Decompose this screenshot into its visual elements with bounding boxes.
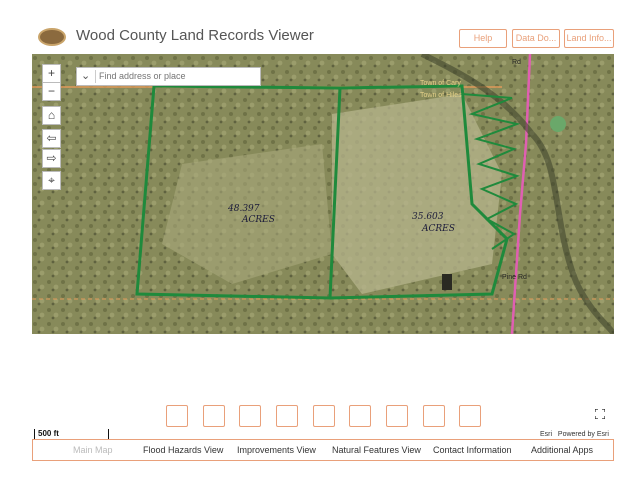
fullscreen-icon[interactable] <box>595 409 605 419</box>
powered-by-label: Powered by Esri <box>557 431 609 438</box>
map-view[interactable]: + − ⌂ ⇦ ⇨ ⌖ ⌄ Town of Cary Town of Hiles… <box>32 54 614 334</box>
town-label: Town of Cary <box>420 80 461 87</box>
tool-button[interactable] <box>386 405 408 427</box>
road-label: Rd <box>512 59 521 66</box>
acreage-label: 48.397 <box>228 204 260 214</box>
road-label: Pine Rd <box>502 274 527 281</box>
tool-button[interactable] <box>459 405 481 427</box>
county-logo <box>38 28 66 46</box>
search-input[interactable] <box>99 68 254 83</box>
nav-improvements[interactable]: Improvements View <box>237 445 316 455</box>
zoom-out-button[interactable]: − <box>42 82 61 101</box>
nav-additional-apps[interactable]: Additional Apps <box>531 445 593 455</box>
tool-button[interactable] <box>203 405 225 427</box>
attribution: Esri Powered by Esri <box>540 431 609 438</box>
tool-button[interactable] <box>349 405 371 427</box>
chevron-down-icon[interactable]: ⌄ <box>81 69 90 82</box>
tool-button[interactable] <box>239 405 261 427</box>
tool-button[interactable] <box>166 405 188 427</box>
aerial-imagery <box>32 54 614 334</box>
nav-flood-hazards[interactable]: Flood Hazards View <box>143 445 223 455</box>
app-header: Wood County Land Records Viewer Help Dat… <box>32 22 614 52</box>
forward-extent-icon[interactable]: ⇨ <box>42 149 61 168</box>
town-label: Town of Hiles <box>420 92 462 99</box>
acreage-unit: ACRES <box>242 215 275 225</box>
search-box[interactable]: ⌄ <box>76 67 261 86</box>
zoom-in-button[interactable]: + <box>42 64 61 83</box>
app-title: Wood County Land Records Viewer <box>76 27 314 44</box>
esri-label: Esri <box>540 431 553 438</box>
acreage-unit: ACRES <box>422 224 455 234</box>
bottom-nav: Main Map Flood Hazards View Improvements… <box>32 439 614 461</box>
land-info-button[interactable]: Land Info... <box>564 29 614 48</box>
nav-natural-features[interactable]: Natural Features View <box>332 445 421 455</box>
nav-main-map[interactable]: Main Map <box>73 445 113 455</box>
locate-icon[interactable]: ⌖ <box>42 171 61 190</box>
tool-button[interactable] <box>276 405 298 427</box>
tool-button[interactable] <box>423 405 445 427</box>
back-extent-icon[interactable]: ⇦ <box>42 129 61 148</box>
nav-contact-information[interactable]: Contact Information <box>433 445 512 455</box>
help-button[interactable]: Help <box>459 29 507 48</box>
data-download-button[interactable]: Data Do... <box>512 29 560 48</box>
tool-button[interactable] <box>313 405 335 427</box>
home-icon[interactable]: ⌂ <box>42 106 61 125</box>
acreage-label: 35.603 <box>412 212 444 222</box>
